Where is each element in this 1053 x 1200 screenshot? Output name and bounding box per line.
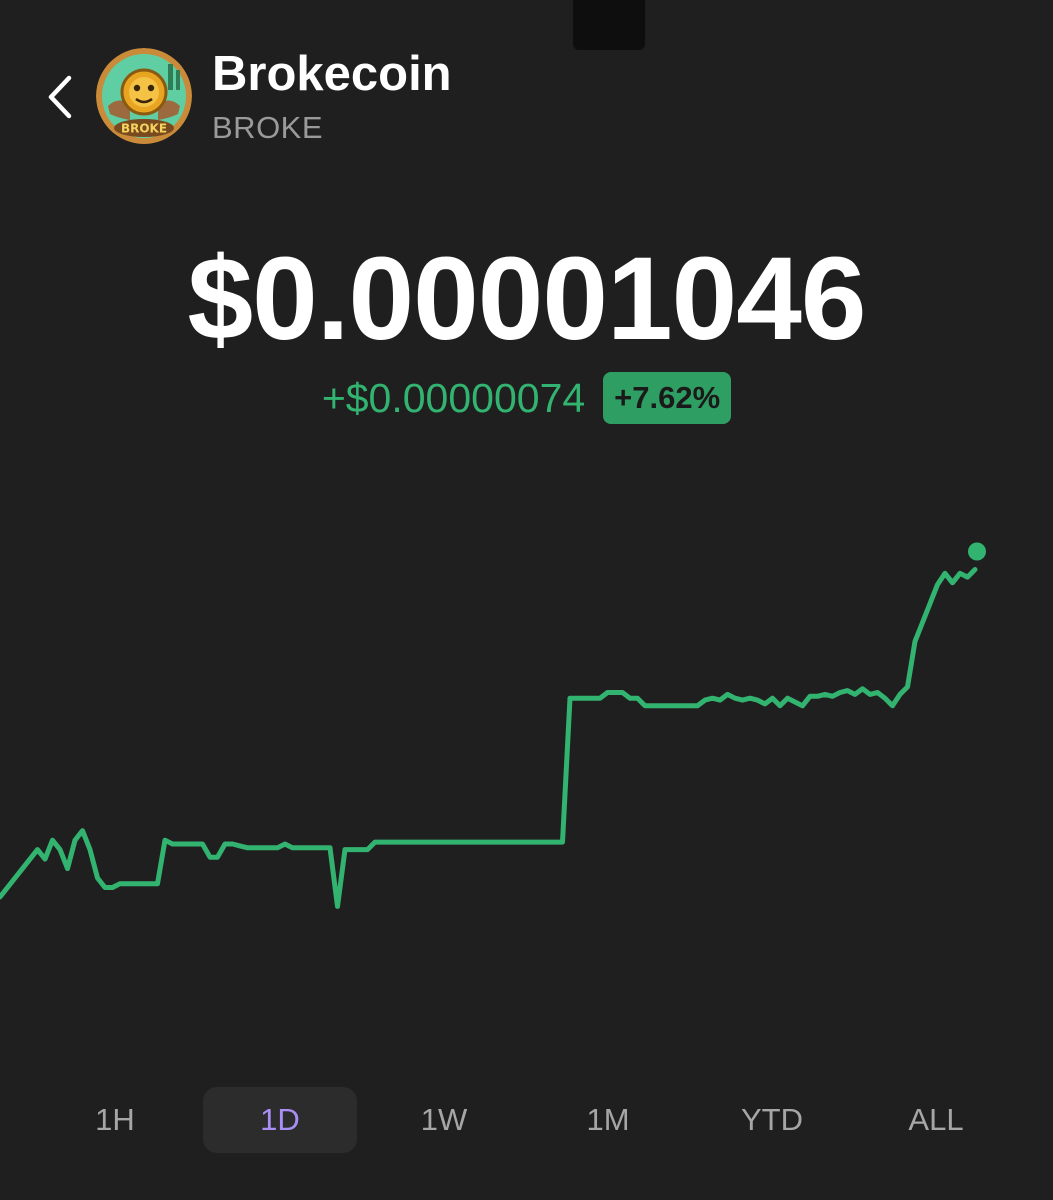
time-range-selector: 1H 1D 1W 1M YTD ALL: [30, 1087, 1020, 1153]
coin-logo-lettering: BROKE: [121, 122, 167, 136]
range-tab-1h[interactable]: 1H: [38, 1087, 192, 1153]
range-tab-ytd[interactable]: YTD: [695, 1087, 849, 1153]
price-chart[interactable]: [0, 490, 1053, 1020]
price-change-absolute: +$0.00000074: [321, 375, 586, 421]
range-tab-1d[interactable]: 1D: [203, 1087, 357, 1153]
chevron-left-icon: [48, 75, 72, 119]
range-tab-1m[interactable]: 1M: [531, 1087, 685, 1153]
price-line: [0, 567, 978, 909]
camera-notch: [573, 0, 645, 50]
range-tab-all[interactable]: ALL: [859, 1087, 1013, 1153]
price-change-percent-badge: +7.62%: [603, 372, 732, 424]
coin-symbol: BROKE: [212, 110, 324, 145]
current-price: $0.00001046: [187, 233, 866, 365]
range-tab-1w[interactable]: 1W: [367, 1087, 521, 1153]
back-button[interactable]: [30, 62, 90, 132]
coin-logo: BROKE: [96, 48, 192, 144]
live-dot-icon: [968, 542, 986, 561]
coin-logo-image: BROKE: [96, 48, 192, 144]
coin-name: Brokecoin: [212, 47, 452, 101]
price-change-row: +$0.00000074 +7.62%: [0, 372, 1053, 424]
